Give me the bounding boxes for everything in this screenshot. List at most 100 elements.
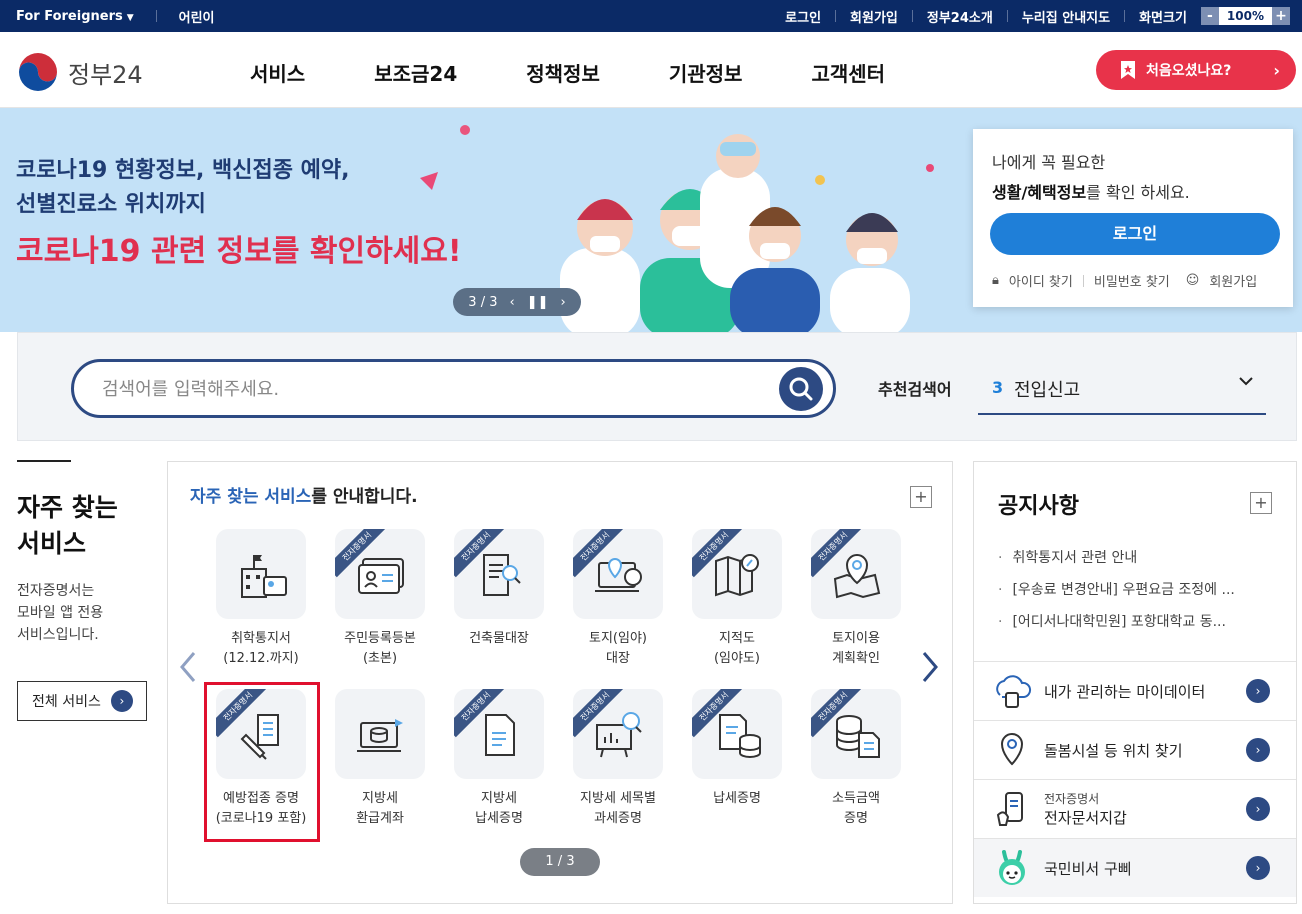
tile-icon-box: 전자증명서 [811,689,901,779]
more-services-button[interactable]: + [910,486,932,508]
tile-label-line-2: 과세증명 [594,811,642,826]
arrow-right-icon: › [1246,738,1270,762]
document-coins-icon [719,714,761,758]
service-tile-building-register[interactable]: 전자증명서 건축물대장 [440,529,558,649]
taegeuk-logo-icon [17,51,59,93]
main-nav: 서비스 보조금24 정책정보 기관정보 고객센터 [250,58,885,87]
keyword-rank: 3 [992,378,1004,397]
next-arrow-icon[interactable] [918,650,942,684]
location-pin-icon [992,730,1032,770]
tile-label-line-2: 환급계좌 [356,811,404,826]
about-link[interactable]: 정부24소개 [927,7,993,26]
keyword-term[interactable]: 전입신고 [1014,376,1080,402]
nav-policy[interactable]: 정책정보 [526,58,600,87]
sitemap-link[interactable]: 누리집 안내지도 [1022,7,1110,26]
service-tile-tax-payment-certificate[interactable]: 전자증명서 납세증명 [678,689,796,809]
service-tile-resident-registration[interactable]: 전자증명서 주민등록등본 (초본) [321,529,439,669]
notice-item[interactable]: [우송료 변경안내] 우편요금 조정에 ... [998,574,1268,606]
find-password-link[interactable]: 비밀번호 찾기 [1094,271,1170,290]
logo-text: 정부24 [68,60,143,89]
tile-label-line-1: 토지(임야) [589,631,647,646]
description-line-2: 모바일 앱 전용 [17,605,104,621]
section-title-line-1: 자주 찾는 [17,493,118,522]
logo[interactable]: 정부24 [16,50,143,94]
login-card: 나에게 꼭 필요한 생활/혜택정보를 확인 하세요. 로그인 🔒︎ 아이디 찾기… [973,129,1293,307]
find-id-link[interactable]: 아이디 찾기 [1009,271,1073,290]
care-facility-label: 돌봄시설 등 위치 찾기 [1044,741,1183,760]
banner-pager: 3 / 3 ‹ ❚❚ › [453,288,581,316]
panel-title-rest: 를 안내합니다. [311,487,418,507]
notice-item[interactable]: 취학통지서 관련 안내 [998,542,1268,574]
login-button[interactable]: 로그인 [990,213,1280,255]
banner-line-1: 코로나19 현황정보, 백신접종 예약, [16,158,350,183]
nav-customer-center[interactable]: 고객센터 [811,58,885,87]
pause-icon[interactable]: ❚❚ [527,295,549,310]
divider [17,460,71,462]
chevron-down-icon[interactable] [1236,371,1256,391]
prev-arrow-icon[interactable] [176,650,200,684]
signup-link[interactable]: 회원가입 [850,7,898,26]
tile-label-line-1: 납세증명 [713,791,761,806]
recommended-keyword-dropdown[interactable]: 3 전입신고 [978,357,1266,415]
tile-icon-box: 전자증명서 [454,689,544,779]
tile-icon-box: 전자증명서 [335,529,425,619]
tile-label: 주민등록등본 (초본) [321,629,439,669]
service-tile-local-tax-payment-certificate[interactable]: 전자증명서 지방세 납세증명 [440,689,558,829]
service-tile-land-register[interactable]: 전자증명서 토지(임야) 대장 [559,529,677,669]
coins-document-icon [836,715,880,758]
zoom-label: 화면크기 [1139,10,1187,26]
gubbi-label: 국민비서 구삐 [1044,859,1132,878]
first-visit-button[interactable]: 처음오셨나요? › [1096,50,1296,90]
service-tile-cadastral-map[interactable]: 전자증명서 지적도 (임야도) [678,529,796,669]
tile-label-line-1: 토지이용 [832,631,880,646]
service-tile-land-use-plan[interactable]: 전자증명서 토지이용 계획확인 [797,529,915,669]
prev-slide-icon[interactable]: ‹ [509,295,514,310]
mydata-link[interactable]: 내가 관리하는 마이데이터 › [974,661,1296,720]
gubbi-secretary-link[interactable]: 국민비서 구삐 › [974,838,1296,897]
search-icon [789,377,813,401]
service-tile-local-tax-item-certificate[interactable]: 전자증명서 지방세 세목별 과세증명 [559,689,677,829]
frequent-services-panel: 자주 찾는 서비스를 안내합니다. + 취학통지서 (12.12.까지) 전자증명… [167,461,953,904]
login-message-2: 생활/혜택정보를 확인 하세요. [992,179,1190,203]
tile-label-line-2: (임야도) [713,651,761,666]
tile-label-line-1: 지적도 [719,631,755,646]
service-tile-income-certificate[interactable]: 전자증명서 소득금액 증명 [797,689,915,829]
arrow-right-icon: › [1246,679,1270,703]
for-foreigners-menu[interactable]: For Foreigners ▼ [16,9,134,24]
tile-label-line-1: 지방세 [362,791,398,806]
nav-agency[interactable]: 기관정보 [669,58,743,87]
divider [911,10,913,22]
care-facility-link[interactable]: 돌봄시설 등 위치 찾기 › [974,720,1296,779]
all-services-button[interactable]: 전체 서비스 › [17,681,147,721]
divider [1082,274,1084,287]
nav-subsidy24[interactable]: 보조금24 [374,58,457,87]
e-document-wallet-text: 전자문서지갑 [1044,809,1127,827]
tile-label: 지적도 (임야도) [678,629,796,669]
first-visit-label: 처음오셨나요? [1146,63,1232,79]
search-input[interactable] [102,374,742,404]
e-document-wallet-link[interactable]: 전자증명서 전자문서지갑 › [974,779,1296,838]
description-line-1: 전자증명서는 [17,583,95,599]
join-link[interactable]: 회원가입 [1209,271,1257,290]
more-notices-button[interactable]: + [1250,492,1272,514]
tile-icon-box: 전자증명서 [573,689,663,779]
services-pager: 1 / 3 [520,848,600,876]
tile-label-line-2: 대장 [606,651,630,666]
service-tile-school-notice[interactable]: 취학통지서 (12.12.까지) [202,529,320,669]
zoom-in-button[interactable]: + [1272,7,1290,25]
service-tile-local-tax-refund-account[interactable]: 지방세환급계좌 [321,689,439,829]
tile-label: 소득금액 증명 [797,789,915,829]
tile-label: 지방세환급계좌 [321,789,439,829]
chevron-right-icon: › [1273,60,1280,80]
nav-services[interactable]: 서비스 [250,58,305,87]
zoom-out-button[interactable]: - [1200,7,1219,25]
login-link[interactable]: 로그인 [785,7,821,26]
next-slide-icon[interactable]: › [560,295,565,310]
kids-link[interactable]: 어린이 [179,7,215,26]
tile-label-line-2: (초본) [362,651,398,666]
tile-label: 지방세 세목별 과세증명 [559,789,677,829]
search-button[interactable] [779,367,823,411]
notice-item[interactable]: [어디서나대학민원] 포항대학교 동... [998,606,1268,638]
section-title: 자주 찾는 서비스 [17,490,157,562]
utility-bar: For Foreigners ▼ 어린이 로그인 회원가입 정부24소개 누리집 … [0,0,1302,32]
